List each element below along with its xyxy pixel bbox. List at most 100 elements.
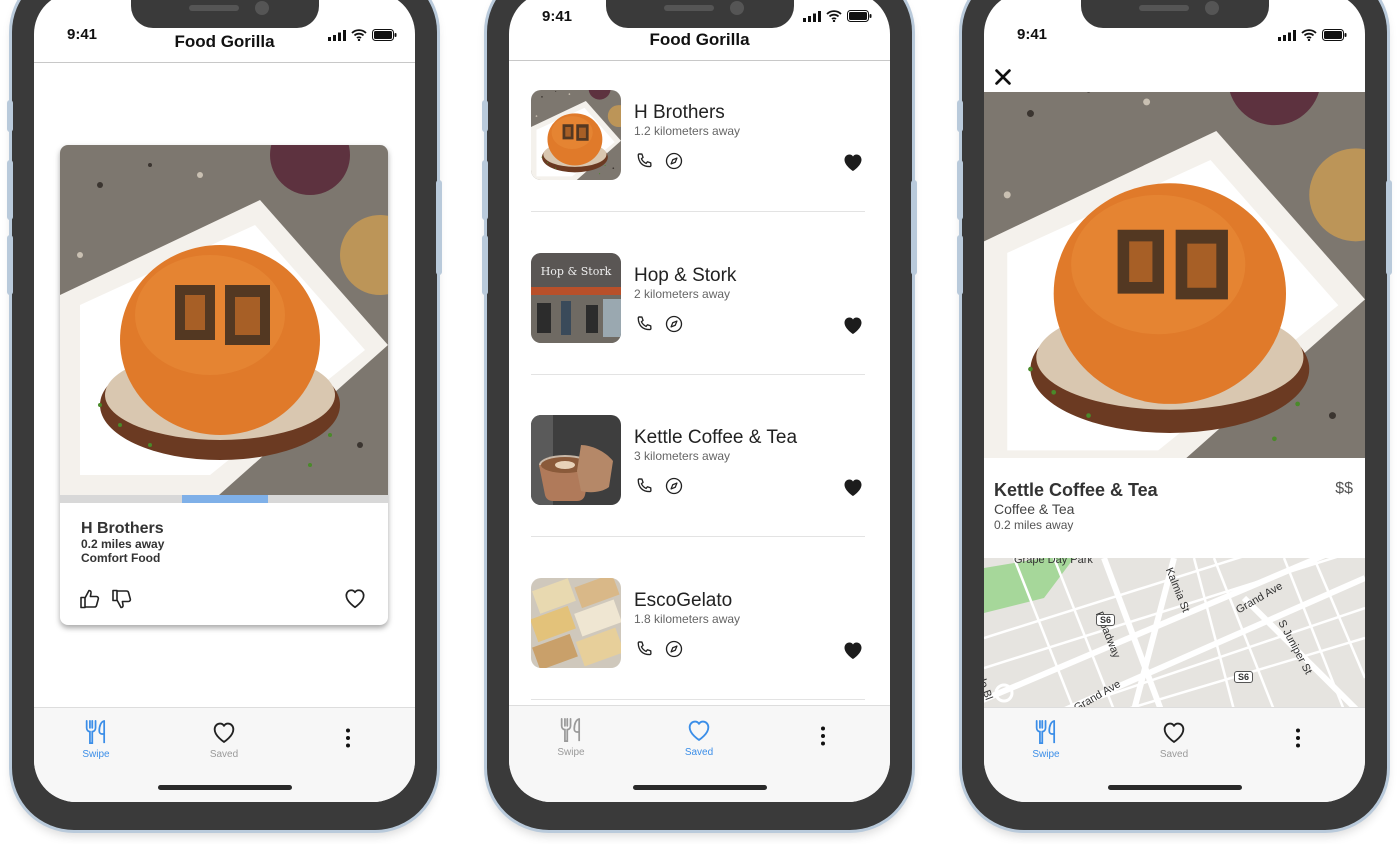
list-divider [531, 699, 865, 700]
compass-icon[interactable] [664, 476, 684, 496]
heart-icon [210, 718, 238, 746]
tab-swipe-label: Swipe [1032, 749, 1060, 760]
tab-swipe[interactable]: Swipe [1006, 718, 1086, 760]
restaurant-distance: 1.2 kilometers away [634, 124, 741, 138]
screen: 9:41 Food Gorilla H Brothers 1.2 kilomet… [509, 0, 890, 802]
location-map[interactable]: Grape Day Park Broadway Kalmia St Grand … [984, 558, 1365, 710]
tab-swipe[interactable]: Swipe [56, 718, 136, 760]
battery-icon [847, 10, 872, 22]
restaurant-name: EscoGelato [634, 590, 733, 611]
restaurant-category: Comfort Food [81, 551, 161, 565]
thumbs-up-icon[interactable] [78, 587, 102, 611]
thumbs-down-icon[interactable] [110, 587, 134, 611]
photo-progress-bar [60, 495, 388, 503]
close-icon[interactable] [992, 66, 1014, 88]
phone-saved-screen: 9:41 Food Gorilla H Brothers 1.2 kilomet… [482, 0, 917, 830]
compass-icon[interactable] [664, 314, 684, 334]
more-options-icon[interactable] [336, 724, 360, 752]
nav-title: Food Gorilla [174, 32, 275, 51]
tab-saved-label: Saved [209, 749, 239, 760]
wifi-icon [1301, 29, 1317, 41]
restaurant-distance: 2 kilometers away [634, 287, 731, 301]
more-options-icon[interactable] [1286, 724, 1310, 752]
heart-filled-icon[interactable] [841, 638, 865, 662]
status-bar: 9:41 [984, 26, 1365, 52]
restaurant-thumbnail [531, 90, 621, 180]
restaurant-thumbnail: Hop & Stork [531, 253, 621, 343]
restaurant-swipe-card[interactable]: H Brothers 0.2 miles away Comfort Food [60, 145, 388, 625]
restaurant-name: Kettle Coffee & Tea [994, 480, 1158, 500]
tab-bar: Swipe Saved [509, 705, 890, 802]
status-time: 9:41 [1017, 26, 1048, 43]
saved-list-item[interactable]: Hop & Stork Hop & Stork 2 kilometers awa… [531, 253, 865, 413]
fork-knife-icon [557, 716, 585, 744]
heart-icon [685, 716, 713, 744]
map-route-badge: S6 [1234, 671, 1254, 683]
map-label-park: Grape Day Park [1014, 558, 1093, 566]
restaurant-thumbnail [531, 415, 621, 505]
tab-saved[interactable]: Saved [1134, 718, 1214, 760]
status-time: 9:41 [542, 8, 573, 25]
fork-knife-icon [82, 718, 110, 746]
restaurant-distance: 0.2 miles away [994, 518, 1074, 532]
compass-icon[interactable] [664, 639, 684, 659]
restaurant-distance: 0.2 miles away [81, 537, 165, 551]
tab-saved-label: Saved [1159, 749, 1189, 760]
phone-icon[interactable] [634, 476, 654, 496]
nav-divider [509, 60, 890, 61]
heart-filled-icon[interactable] [841, 313, 865, 337]
restaurant-name: Kettle Coffee & Tea [634, 427, 798, 448]
phone-detail-screen: 9:41 Kettle Coffee & Tea $$ Coffee & Tea… [957, 0, 1392, 830]
more-options-icon[interactable] [811, 722, 835, 750]
restaurant-photo[interactable] [60, 145, 388, 503]
save-heart-icon[interactable] [342, 585, 368, 611]
restaurant-thumbnail [531, 578, 621, 668]
home-indicator [157, 785, 292, 790]
nav-title: Food Gorilla [649, 30, 750, 49]
heart-filled-icon[interactable] [841, 475, 865, 499]
nav-divider [34, 62, 415, 63]
phone-swipe-screen: 9:41 Food Gorilla H Brothers 0.2 miles a… [7, 0, 442, 830]
tab-saved[interactable]: Saved [184, 718, 264, 760]
restaurant-distance: 1.8 kilometers away [634, 612, 741, 626]
list-divider [531, 536, 865, 537]
thumbnail-sign-text: Hop & Stork [541, 265, 612, 278]
tab-swipe-label: Swipe [557, 747, 585, 758]
notch [1080, 0, 1269, 28]
restaurant-name: H Brothers [634, 102, 725, 123]
tab-saved[interactable]: Saved [659, 716, 739, 758]
heart-icon [1160, 718, 1188, 746]
restaurant-photo[interactable] [984, 92, 1365, 458]
home-indicator [1107, 785, 1242, 790]
phone-icon[interactable] [634, 151, 654, 171]
saved-list-item[interactable]: H Brothers 1.2 kilometers away [531, 90, 865, 250]
price-level: $$ [1335, 480, 1353, 497]
wifi-icon [826, 10, 842, 22]
map-route-badge: S6 [1096, 614, 1116, 626]
phone-icon[interactable] [634, 639, 654, 659]
tab-swipe-label: Swipe [82, 749, 110, 760]
tab-swipe[interactable]: Swipe [531, 716, 611, 758]
heart-filled-icon[interactable] [841, 150, 865, 174]
restaurant-distance: 3 kilometers away [634, 449, 731, 463]
list-divider [531, 211, 865, 212]
fork-knife-icon [1032, 718, 1060, 746]
signal-icon [803, 10, 821, 22]
restaurant-name: Hop & Stork [634, 265, 737, 286]
battery-icon [1322, 29, 1347, 41]
photo-progress-fill [182, 495, 268, 503]
screen: 9:41 Kettle Coffee & Tea $$ Coffee & Tea… [984, 0, 1365, 802]
tab-saved-label: Saved [684, 747, 714, 758]
notch [130, 0, 319, 28]
list-divider [531, 374, 865, 375]
tab-bar: Swipe Saved [34, 707, 415, 802]
compass-icon[interactable] [664, 151, 684, 171]
phone-icon[interactable] [634, 314, 654, 334]
tab-bar: Swipe Saved [984, 707, 1365, 802]
screen: 9:41 Food Gorilla H Brothers 0.2 miles a… [34, 0, 415, 802]
saved-list-item[interactable]: Kettle Coffee & Tea 3 kilometers away [531, 415, 865, 575]
signal-icon [1278, 29, 1296, 41]
status-bar: 9:41 [509, 0, 890, 25]
home-indicator [632, 785, 767, 790]
restaurant-name: H Brothers [81, 520, 164, 537]
